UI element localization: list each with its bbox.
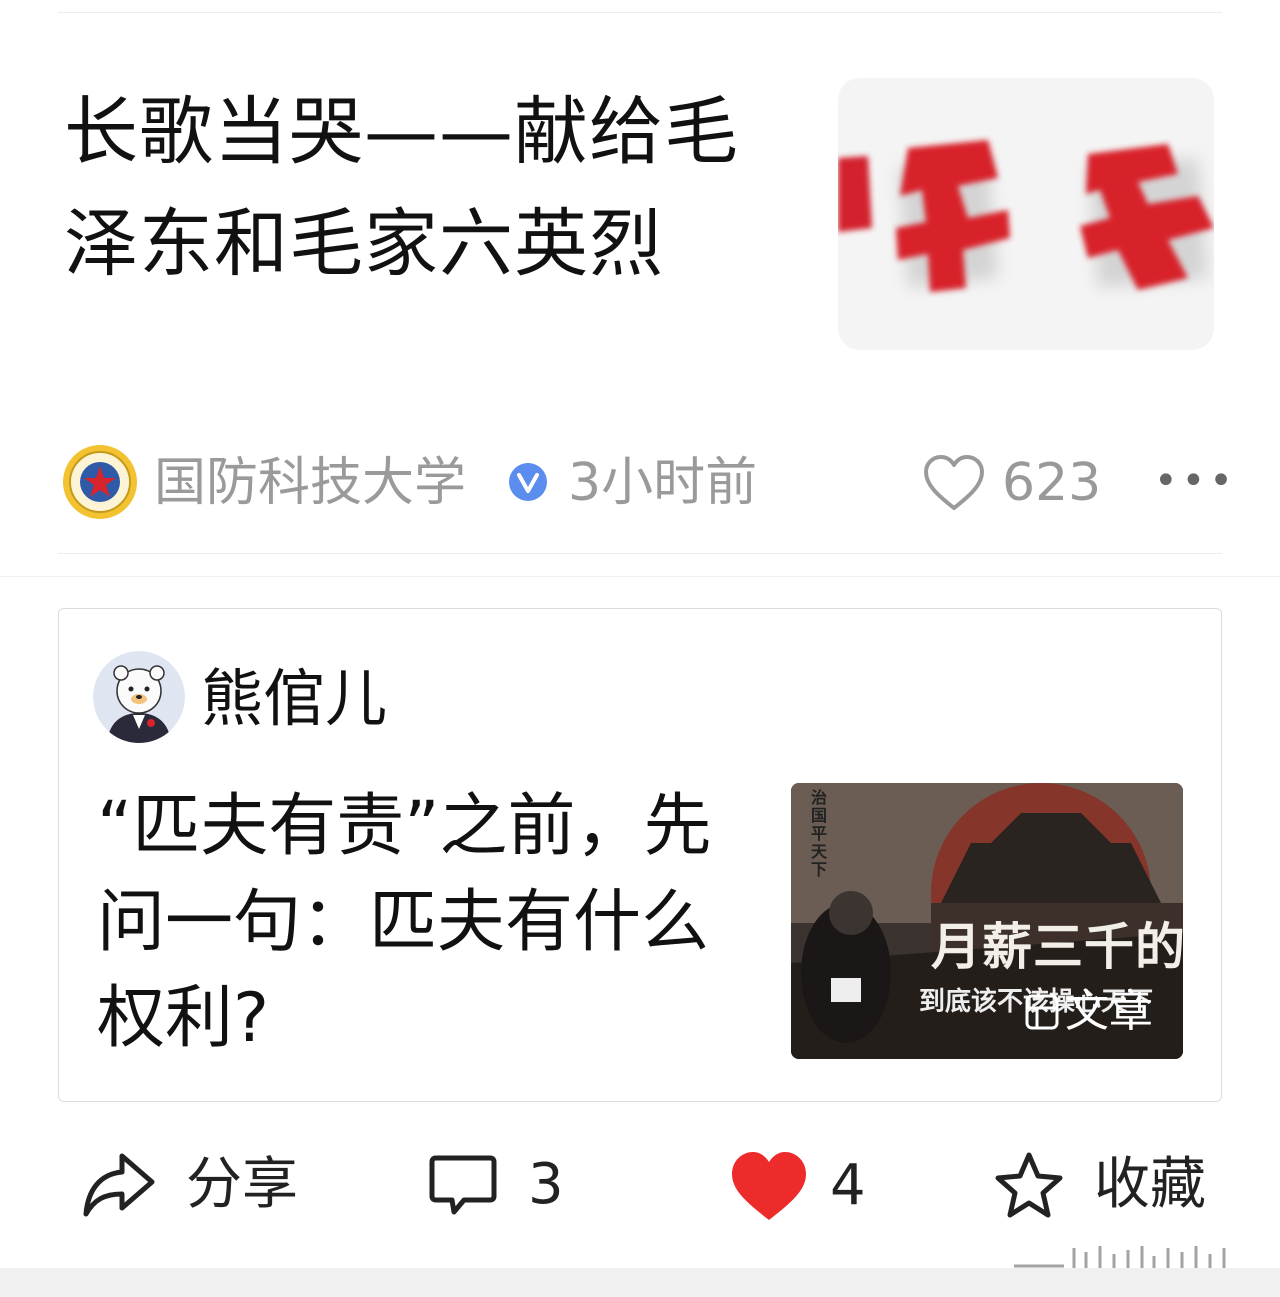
star-icon: [995, 1152, 1063, 1218]
card-thumbnail[interactable]: 治国平天下 月薪三千的 到底该不该操心天下 文章: [791, 783, 1183, 1059]
shared-article-card[interactable]: 熊倌儿 “匹夫有责”之前，先问一句：匹夫有什么权利? 治国平天下 月薪三千的 到…: [58, 608, 1222, 1102]
share-icon: [83, 1153, 155, 1217]
top-divider: [58, 12, 1222, 13]
share-button[interactable]: 分享: [82, 1150, 298, 1220]
bear-avatar-icon: [93, 651, 185, 743]
article-meta: 国防科技大学 3小时前 623 •••: [62, 444, 1233, 524]
thumbnail-calligraphy: [838, 78, 1214, 350]
comment-icon: [429, 1155, 497, 1215]
comment-button[interactable]: 3: [428, 1150, 564, 1220]
favorite-button[interactable]: 收藏: [994, 1150, 1206, 1220]
thumbnail-headline: 月薪三千的: [931, 918, 1183, 976]
comment-count: 3: [528, 1152, 564, 1217]
article-item[interactable]: 长歌当哭——献给毛泽东和毛家六英烈 国防科技大学 3小时前 623 •••: [0, 14, 1280, 569]
section-divider: [0, 576, 1280, 577]
card-author-name[interactable]: 熊倌儿: [201, 661, 387, 737]
author-name[interactable]: 国防科技大学: [154, 450, 466, 516]
more-options-icon[interactable]: •••: [1154, 461, 1237, 501]
heart-outline-icon[interactable]: [922, 452, 986, 514]
article-title[interactable]: 长歌当哭——献给毛泽东和毛家六英烈: [64, 76, 754, 300]
nudt-logo-icon[interactable]: [62, 444, 138, 520]
publish-time: 3小时前: [568, 453, 758, 513]
article-type-badge: 文章: [1025, 987, 1153, 1037]
like-button[interactable]: 4: [730, 1150, 866, 1222]
card-title[interactable]: “匹夫有责”之前，先问一句：匹夫有什么权利?: [97, 779, 727, 1067]
share-label: 分享: [186, 1152, 298, 1217]
meta-divider: [58, 553, 1222, 554]
bear-avatar[interactable]: [93, 651, 185, 743]
article-thumbnail[interactable]: [838, 78, 1214, 350]
like-count: 623: [1002, 453, 1102, 513]
verified-icon: [509, 463, 547, 501]
bottom-bar: [0, 1268, 1280, 1297]
document-icon: [1025, 994, 1059, 1030]
thumbnail-side-text: 治国平天下: [811, 788, 828, 879]
article-type-label: 文章: [1065, 986, 1153, 1037]
action-bar: 分享 3 4 收藏: [0, 1130, 1280, 1240]
favorite-label: 收藏: [1094, 1152, 1206, 1217]
like-count-action: 4: [830, 1153, 866, 1218]
heart-filled-icon: [732, 1152, 806, 1220]
